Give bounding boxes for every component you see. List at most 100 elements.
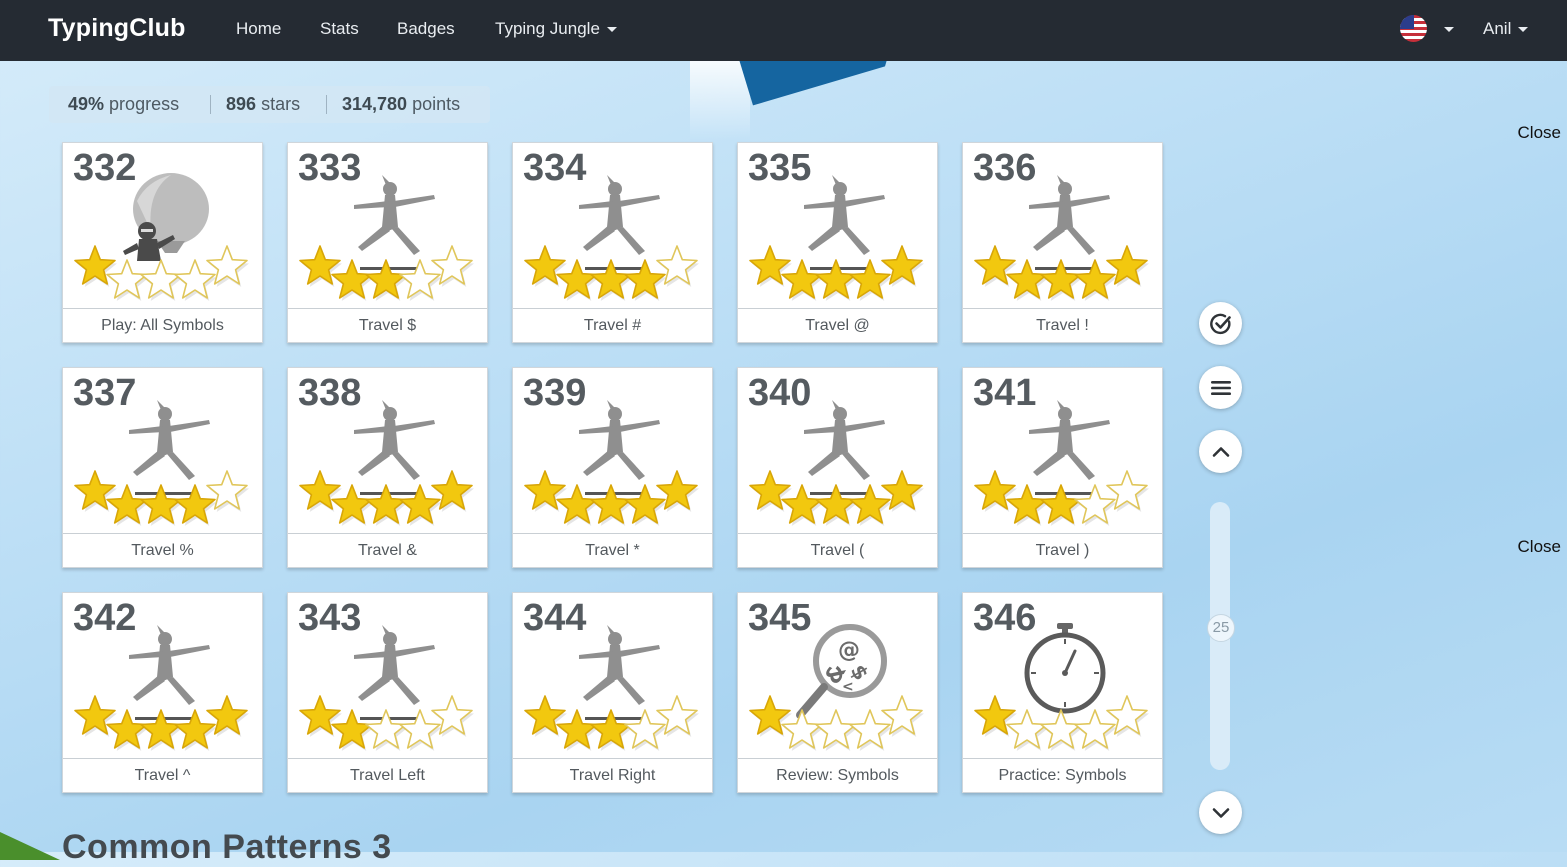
star-rating [74,245,249,301]
lesson-title: Travel @ [805,317,870,334]
lesson-card[interactable]: 336 Travel ! [962,142,1163,343]
points-count: 314,780 [342,94,408,114]
star-rating [299,470,474,526]
top-navbar: TypingClub Home Stats Badges Typing Jung… [0,0,1567,61]
brand-logo[interactable]: TypingClub [48,14,186,43]
progress-percent-group: 49% progress [68,86,179,123]
stars-group: 896 stars [226,86,300,123]
background-shard [738,56,888,106]
lesson-card[interactable]: 339 Travel * [512,367,713,568]
star-rating [299,695,474,751]
close-link[interactable]: Close [1518,123,1561,143]
check-circle-icon [1210,313,1231,335]
divider [210,95,211,114]
stars-label: stars [261,94,301,114]
progress-summary: 49% progress 896 stars 314,780 points [49,86,490,123]
lesson-title: Play: All Symbols [101,317,224,334]
lesson-title: Travel Left [350,767,425,784]
lesson-footer: Travel * [513,533,712,567]
star-rating [524,245,699,301]
lesson-title: Travel # [583,317,642,334]
star-rating [524,695,699,751]
stars-count: 896 [226,94,257,114]
lesson-title: Travel ! [1036,317,1089,334]
lesson-footer: Travel Left [288,758,487,792]
lesson-card[interactable]: 337 Travel % [62,367,263,568]
lesson-footer: Travel Right [513,758,712,792]
chevron-down-icon [1212,808,1230,818]
progress-percent: 49% [68,94,105,114]
star-rating [974,245,1149,301]
lesson-title: Practice: Symbols [998,767,1127,784]
lesson-title: Travel * [585,542,640,559]
lesson-card[interactable]: 338 Travel & [287,367,488,568]
background-light-beam [690,60,750,140]
lesson-title: Travel ^ [134,767,191,784]
lesson-card[interactable]: 344 Travel Right [512,592,713,793]
caret-down-icon [1518,27,1529,33]
nav-typing-jungle-dropdown[interactable]: Typing Jungle [495,19,617,39]
lesson-card[interactable]: 346 Practice: Symbols [962,592,1163,793]
lesson-card[interactable]: 333 Travel $ [287,142,488,343]
nav-typing-jungle-label: Typing Jungle [495,19,600,38]
check-button[interactable] [1199,302,1242,345]
lesson-title: Travel ) [1035,542,1090,559]
lesson-card[interactable]: 345 @ & $ < Review: Symbols [737,592,938,793]
background-grass [0,832,60,860]
lesson-footer: Travel # [513,308,712,342]
lesson-footer: Travel $ [288,308,487,342]
star-rating [524,470,699,526]
svg-text:@: @ [838,638,860,663]
lesson-footer: Travel ( [738,533,937,567]
lesson-title: Travel $ [358,317,417,334]
lesson-footer: Practice: Symbols [963,758,1162,792]
star-rating [749,245,924,301]
lesson-card[interactable]: 342 Travel ^ [62,592,263,793]
user-name: Anil [1483,19,1512,38]
divider [326,95,327,114]
lesson-footer: Play: All Symbols [63,308,262,342]
lesson-title: Travel Right [569,767,656,784]
star-rating [974,695,1149,751]
lesson-title: Travel & [358,542,417,559]
lesson-title: Review: Symbols [776,767,899,784]
scroll-slider-knob[interactable]: 25 [1207,614,1235,642]
star-rating [749,470,924,526]
progress-percent-label: progress [109,94,180,114]
star-rating [974,470,1149,526]
menu-button[interactable] [1199,366,1242,409]
menu-icon [1211,381,1231,395]
lesson-footer: Travel ) [963,533,1162,567]
nav-home[interactable]: Home [236,19,281,39]
us-flag-icon[interactable] [1400,15,1427,42]
lesson-footer: Travel & [288,533,487,567]
star-rating [749,695,924,751]
nav-stats[interactable]: Stats [320,19,359,39]
close-link[interactable]: Close [1518,537,1561,557]
points-group: 314,780 points [342,86,460,123]
section-heading: Common Patterns 3 [62,828,392,866]
lesson-card[interactable]: 340 Travel ( [737,367,938,568]
chevron-up-icon [1212,447,1230,457]
lesson-card[interactable]: 335 Travel @ [737,142,938,343]
star-rating [299,245,474,301]
lesson-card[interactable]: 341 Travel ) [962,367,1163,568]
nav-badges[interactable]: Badges [397,19,455,39]
lesson-footer: Travel ^ [63,758,262,792]
points-label: points [412,94,461,114]
lesson-title: Travel ( [810,542,865,559]
lesson-card[interactable]: 332 Play: All Symbols [62,142,263,343]
star-rating [74,470,249,526]
lesson-title: Travel % [131,542,194,559]
lesson-footer: Travel @ [738,308,937,342]
language-caret-down-icon[interactable] [1444,27,1454,32]
scroll-up-button[interactable] [1199,430,1242,473]
scroll-down-button[interactable] [1199,791,1242,834]
lesson-footer: Travel ! [963,308,1162,342]
lesson-card[interactable]: 334 Travel # [512,142,713,343]
user-menu-dropdown[interactable]: Anil [1483,19,1529,39]
star-rating [74,695,249,751]
lesson-footer: Review: Symbols [738,758,937,792]
lesson-footer: Travel % [63,533,262,567]
lesson-card[interactable]: 343 Travel Left [287,592,488,793]
